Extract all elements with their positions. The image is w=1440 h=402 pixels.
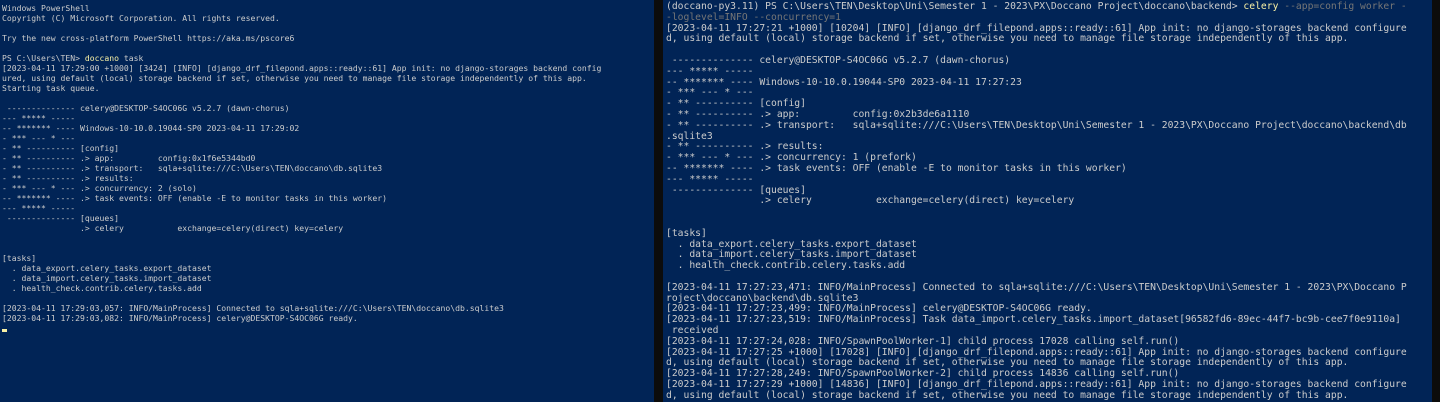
- terminal-line: .> celery exchange=celery(direct) key=ce…: [2, 223, 344, 233]
- terminal-line: Windows PowerShell: [2, 3, 90, 13]
- terminal-line: - ** ---------- .> app: config:0x1f6e534…: [2, 153, 256, 163]
- terminal-line: -------------- celery@DESKTOP-S4OC06G v5…: [666, 54, 1011, 66]
- terminal-line: [2023-04-11 17:27:23,471: INFO/MainProce…: [666, 281, 1407, 293]
- terminal-line: [tasks]: [2, 253, 37, 263]
- terminal-line: [2023-04-11 17:27:23,519: INFO/MainProce…: [666, 314, 1401, 326]
- terminal-line: .> celery exchange=celery(direct) key=ce…: [666, 195, 1075, 207]
- prompt-path: (doccano-py3.11) PS C:\Users\TEN\Desktop…: [666, 1, 1244, 12]
- terminal-line: Try the new cross-platform PowerShell ht…: [2, 33, 295, 43]
- prompt-path: PS C:\Users\TEN>: [2, 53, 85, 63]
- terminal-line: - *** --- * --- .> concurrency: 2 (solo): [2, 183, 197, 193]
- terminal-line: . data_import.celery_tasks.import_datase…: [2, 273, 212, 283]
- command-args: task: [118, 53, 144, 63]
- terminal-line: [2023-04-11 17:29:03,082: INFO/MainProce…: [2, 313, 358, 323]
- prompt-line: PS C:\Users\TEN> doccano task: [2, 53, 654, 63]
- text-cursor: [2, 329, 7, 332]
- terminal-line: [2023-04-11 17:29:03,057: INFO/MainProce…: [2, 303, 504, 313]
- prompt-line-wrap: -loglevel=INFO --concurrency=1: [666, 11, 1432, 24]
- terminal-line: ured, using default (local) storage back…: [2, 73, 587, 83]
- terminal-line: -------------- celery@DESKTOP-S4OC06G v5…: [2, 103, 290, 113]
- cursor-line[interactable]: [2, 323, 654, 333]
- terminal-line: - *** --- * ---: [2, 133, 76, 143]
- terminal-scrollbar[interactable]: [1432, 0, 1440, 402]
- terminal-line: --- ***** -----: [666, 173, 754, 185]
- terminal-line: [2023-04-11 17:27:24,028: INFO/SpawnPool…: [666, 335, 1180, 347]
- terminal-line: d, using default (local) storage backend…: [666, 33, 1349, 45]
- terminal-line: -- ******* ---- .> task events: OFF (ena…: [2, 193, 387, 203]
- pane-divider[interactable]: [654, 0, 663, 402]
- terminal-line: -- ******* ---- Windows-10-10.0.19044-SP…: [2, 123, 300, 133]
- terminal-line: d, using default (local) storage backend…: [666, 389, 1349, 401]
- terminal-line: - ** ---------- [config]: [2, 143, 119, 153]
- terminal-line: Copyright (C) Microsoft Corporation. All…: [2, 13, 280, 23]
- terminal-line: . health_check.contrib.celery.tasks.add: [2, 283, 202, 293]
- terminal-line: - ** ---------- .> transport: sqla+sqlit…: [666, 119, 1407, 131]
- terminal-line: --- ***** -----: [666, 65, 754, 77]
- right-powershell-terminal[interactable]: (doccano-py3.11) PS C:\Users\TEN\Desktop…: [663, 0, 1432, 402]
- command-name: doccano: [84, 53, 119, 63]
- terminal-line: - ** ---------- .> transport: sqla+sqlit…: [2, 163, 383, 173]
- terminal-line: -------------- [queues]: [2, 213, 119, 223]
- terminal-line: . data_export.celery_tasks.export_datase…: [2, 263, 212, 273]
- terminal-line: [tasks]: [666, 227, 707, 239]
- terminal-line: --- ***** -----: [2, 113, 76, 123]
- command-args-wrap: -loglevel=INFO --concurrency=1: [666, 11, 841, 23]
- terminal-line: . health_check.contrib.celery.tasks.add: [666, 260, 906, 272]
- command-name: celery: [1243, 1, 1279, 12]
- terminal-line: --- ***** -----: [2, 203, 76, 213]
- terminal-line: -- ******* ---- .> task events: OFF (ena…: [666, 162, 1127, 174]
- command-args: --app=config worker -: [1278, 1, 1407, 12]
- terminal-line: -- ******* ---- Windows-10-10.0.19044-SP…: [666, 76, 1022, 88]
- terminal-line: Starting task queue.: [2, 83, 100, 93]
- left-powershell-terminal[interactable]: Windows PowerShell Copyright (C) Microsof…: [0, 0, 654, 402]
- terminal-line: - ** ---------- .> results:: [2, 173, 134, 183]
- terminal-line: [2023-04-11 17:29:00 +1000] [3424] [INFO…: [2, 63, 602, 73]
